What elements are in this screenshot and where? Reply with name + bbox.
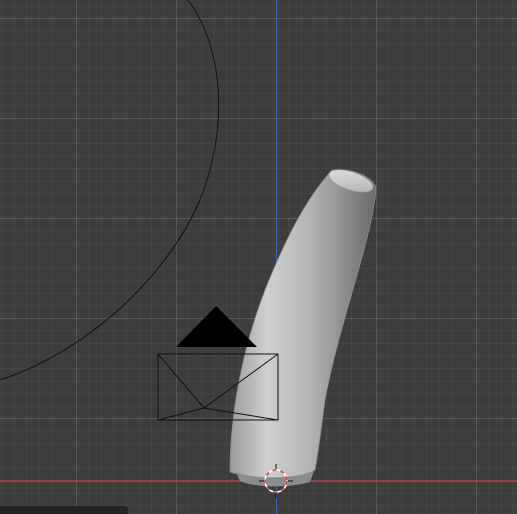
viewport-bottom-bar <box>0 506 128 514</box>
circle-arc-icon[interactable] <box>0 0 220 381</box>
viewport-scene[interactable] <box>0 0 517 514</box>
horn-mesh[interactable] <box>229 165 377 487</box>
3d-viewport[interactable] <box>0 0 517 514</box>
